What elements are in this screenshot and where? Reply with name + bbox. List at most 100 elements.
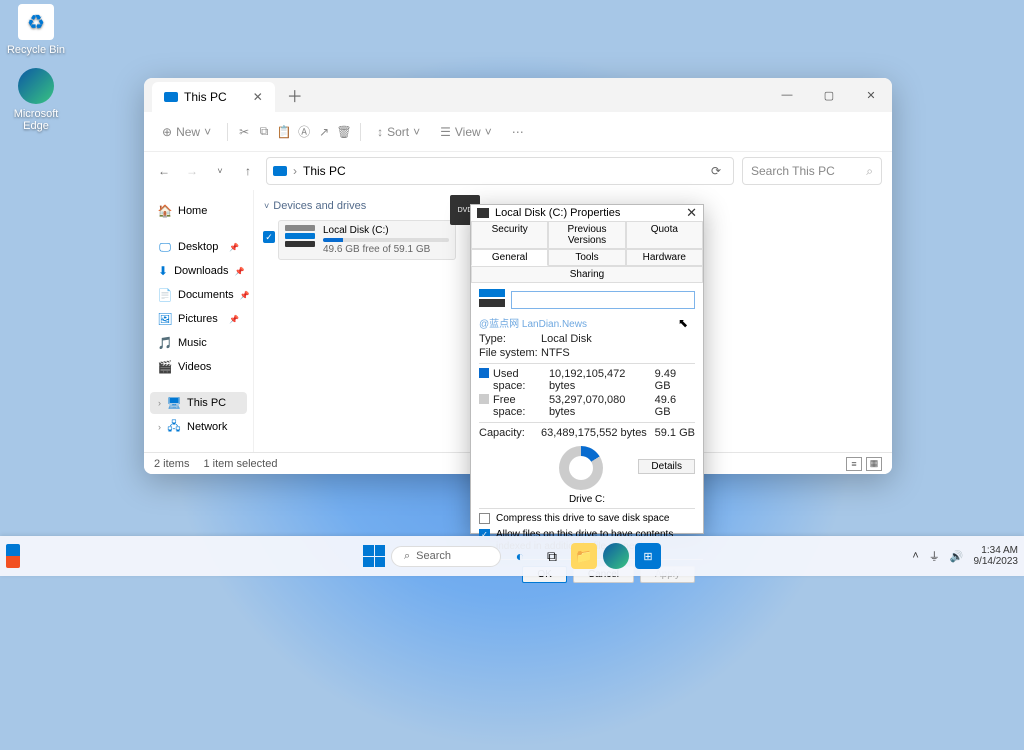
- new-button[interactable]: ⊕ New ˅: [154, 121, 219, 143]
- close-button[interactable]: ✕: [850, 80, 892, 110]
- minimize-button[interactable]: ―: [766, 80, 808, 110]
- tab-hardware[interactable]: Hardware: [626, 249, 703, 266]
- used-gb: 9.49 GB: [655, 368, 695, 392]
- free-gb: 49.6 GB: [655, 394, 695, 418]
- command-bar: ⊕ New ˅ ✂ ⧉ 📋 Ⓐ ↗ 🗑 ↕ Sort ˅ ☰ View ˅ ⋯: [144, 112, 892, 152]
- volume-icon[interactable]: 🔊: [950, 550, 964, 563]
- free-bytes: 53,297,070,080 bytes: [549, 394, 655, 418]
- sidebar-item-documents[interactable]: 📄Documents: [150, 284, 247, 306]
- drive-local-disk-c[interactable]: ✓ Local Disk (C:) 49.6 GB free of 59.1 G…: [278, 220, 456, 260]
- cut-icon[interactable]: ✂: [236, 124, 252, 140]
- properties-dialog: Local Disk (C:) Properties ✕ Security Pr…: [470, 204, 704, 534]
- search-icon: ⌕: [866, 164, 873, 179]
- free-swatch: [479, 394, 489, 404]
- search-placeholder: Search This PC: [751, 164, 835, 178]
- volume-label-input[interactable]: [511, 291, 695, 309]
- widgets-button[interactable]: [6, 544, 20, 568]
- edge-shortcut[interactable]: Microsoft Edge: [4, 68, 68, 132]
- monitor-icon: [273, 166, 287, 176]
- desktop-icon: 🖵: [158, 240, 172, 254]
- home-icon: 🏠: [158, 204, 172, 218]
- recycle-icon: ♻: [18, 4, 54, 40]
- up-button[interactable]: ↑: [238, 161, 258, 181]
- dialog-tabs: Security Previous Versions Quota General…: [471, 221, 703, 283]
- details-view-button[interactable]: ≡: [846, 457, 862, 471]
- store-taskbar-icon[interactable]: ⊞: [635, 543, 661, 569]
- sidebar-item-downloads[interactable]: ⬇Downloads: [150, 260, 247, 282]
- edge-taskbar-icon[interactable]: [603, 543, 629, 569]
- checkbox-checked-icon[interactable]: ✓: [263, 231, 275, 243]
- maximize-button[interactable]: ▢: [808, 80, 850, 110]
- sidebar-item-music[interactable]: 🎵Music: [150, 332, 247, 354]
- new-tab-button[interactable]: ＋: [287, 83, 303, 107]
- titlebar[interactable]: This PC ✕ ＋ ― ▢ ✕: [144, 78, 892, 112]
- edge-icon: [18, 68, 54, 104]
- music-icon: 🎵: [158, 336, 172, 350]
- capacity-bar: [323, 238, 449, 242]
- tab-this-pc[interactable]: This PC ✕: [152, 82, 275, 112]
- monitor-icon: [164, 92, 178, 102]
- drive-icon: [479, 289, 505, 311]
- search-icon: ⌕: [404, 550, 410, 563]
- taskbar-search[interactable]: ⌕Search: [391, 546, 501, 567]
- tab-general[interactable]: General: [471, 249, 548, 266]
- task-view-button[interactable]: ⧉: [539, 543, 565, 569]
- checkbox-unchecked-icon[interactable]: [479, 513, 490, 524]
- videos-icon: 🎬: [158, 360, 172, 374]
- thumbnails-view-button[interactable]: ▦: [866, 457, 882, 471]
- start-button[interactable]: [363, 545, 385, 567]
- clock[interactable]: 1:34 AM 9/14/2023: [974, 545, 1019, 567]
- sidebar-item-this-pc[interactable]: ›🖥This PC: [150, 392, 247, 414]
- sidebar-item-home[interactable]: 🏠Home: [150, 200, 247, 222]
- dialog-titlebar[interactable]: Local Disk (C:) Properties ✕: [471, 205, 703, 221]
- tab-previous-versions[interactable]: Previous Versions: [548, 221, 625, 249]
- forward-button[interactable]: →: [182, 161, 202, 181]
- sort-button[interactable]: ↕ Sort ˅: [369, 121, 428, 143]
- paste-icon[interactable]: 📋: [276, 124, 292, 140]
- copilot-button[interactable]: ◐: [507, 543, 533, 569]
- dialog-title: Local Disk (C:) Properties: [495, 207, 620, 219]
- time-text: 1:34 AM: [974, 545, 1019, 556]
- type-value: Local Disk: [541, 333, 592, 345]
- free-label: Free space:: [493, 394, 549, 418]
- back-button[interactable]: ←: [154, 161, 174, 181]
- more-button[interactable]: ⋯: [504, 121, 532, 143]
- tab-sharing[interactable]: Sharing: [471, 266, 703, 283]
- type-label: Type:: [479, 333, 541, 345]
- rename-icon[interactable]: Ⓐ: [296, 124, 312, 140]
- dialog-close-button[interactable]: ✕: [686, 205, 697, 221]
- capacity-bytes: 63,489,175,552 bytes: [541, 427, 647, 439]
- tab-security[interactable]: Security: [471, 221, 548, 249]
- edge-label: Microsoft Edge: [4, 108, 68, 132]
- network-icon[interactable]: ⏚: [929, 548, 940, 564]
- compress-checkbox-row[interactable]: Compress this drive to save disk space: [479, 513, 695, 525]
- details-button[interactable]: Details: [638, 459, 695, 474]
- recent-dropdown[interactable]: ˅: [210, 161, 230, 181]
- tab-tools[interactable]: Tools: [548, 249, 625, 266]
- tray-chevron-icon[interactable]: ˄: [912, 550, 918, 562]
- downloads-icon: ⬇: [158, 264, 168, 278]
- capacity-label: Capacity:: [479, 427, 541, 439]
- filesystem-value: NTFS: [541, 347, 570, 359]
- sidebar-item-desktop[interactable]: 🖵Desktop: [150, 236, 247, 258]
- sidebar-item-videos[interactable]: 🎬Videos: [150, 356, 247, 378]
- view-button[interactable]: ☰ View ˅: [432, 121, 500, 143]
- tab-close-icon[interactable]: ✕: [253, 90, 263, 104]
- delete-icon[interactable]: 🗑: [336, 124, 352, 140]
- search-input[interactable]: Search This PC ⌕: [742, 157, 882, 185]
- tab-label: This PC: [184, 90, 227, 104]
- drive-icon: [477, 208, 489, 218]
- pie-chart: [559, 446, 603, 490]
- copy-icon[interactable]: ⧉: [256, 124, 272, 140]
- sidebar-item-pictures[interactable]: 🖼Pictures: [150, 308, 247, 330]
- refresh-button[interactable]: ⟳: [711, 164, 721, 178]
- recycle-bin[interactable]: ♻ Recycle Bin: [4, 4, 68, 56]
- sidebar-item-network[interactable]: ›🖧Network: [150, 416, 247, 438]
- explorer-taskbar-icon[interactable]: 📁: [571, 543, 597, 569]
- share-icon[interactable]: ↗: [316, 124, 332, 140]
- address-bar[interactable]: › This PC ⟳: [266, 157, 734, 185]
- tab-quota[interactable]: Quota: [626, 221, 703, 249]
- used-label: Used space:: [493, 368, 549, 392]
- pc-icon: 🖥: [167, 396, 181, 410]
- navigation-pane: 🏠Home 🖵Desktop ⬇Downloads 📄Documents 🖼Pi…: [144, 190, 254, 452]
